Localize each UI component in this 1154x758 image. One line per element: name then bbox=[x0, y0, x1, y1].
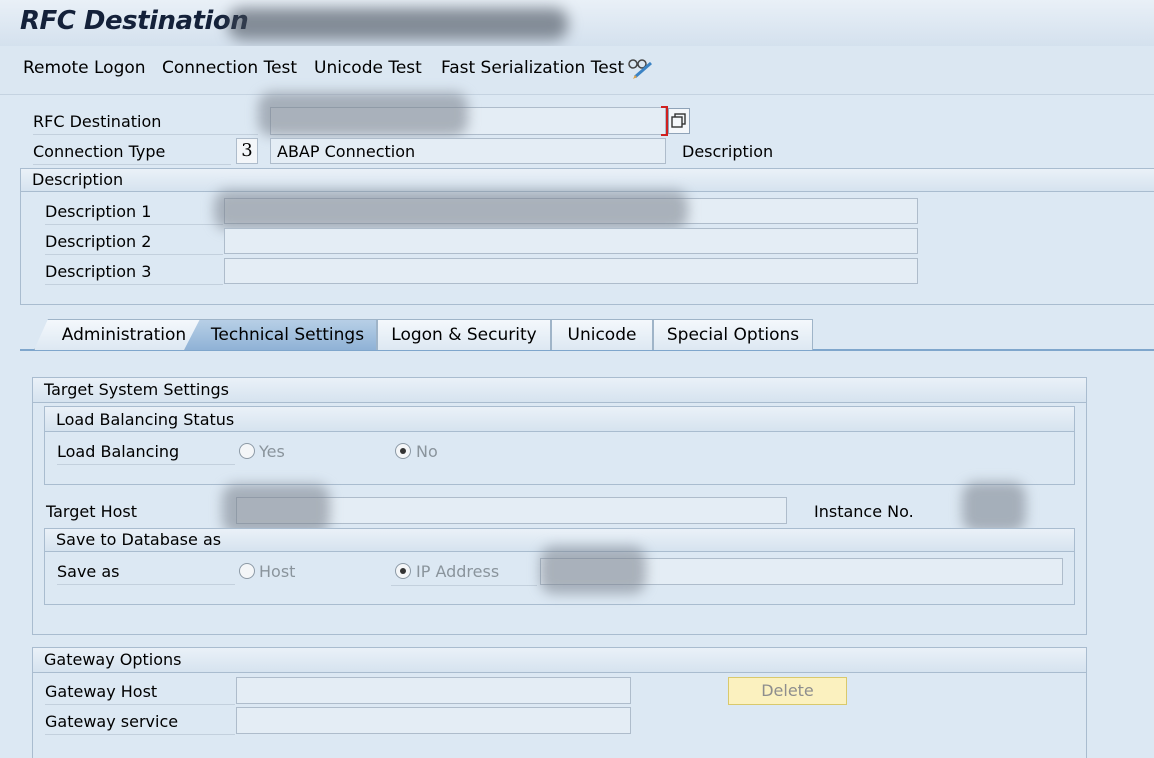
connection-type-label: Connection Type bbox=[33, 142, 231, 165]
save-to-database-title: Save to Database as bbox=[56, 530, 222, 549]
gateway-options-header bbox=[32, 647, 1087, 673]
connection-type-code-field[interactable]: 3 bbox=[236, 138, 258, 164]
redacted-target-host bbox=[222, 484, 330, 534]
load-balancing-no-label: No bbox=[416, 442, 438, 461]
description-section-title: Description bbox=[32, 170, 124, 189]
unicode-test-button[interactable]: Unicode Test bbox=[314, 58, 422, 78]
description-section-header bbox=[20, 168, 1154, 192]
gateway-service-label: Gateway service bbox=[45, 712, 235, 735]
instance-no-label: Instance No. bbox=[814, 502, 914, 521]
target-system-title: Target System Settings bbox=[44, 380, 229, 399]
gateway-host-label: Gateway Host bbox=[45, 682, 235, 705]
description-label: Description bbox=[682, 142, 774, 161]
redacted-title bbox=[228, 8, 568, 40]
tab-logon-security[interactable]: Logon & Security bbox=[377, 319, 551, 350]
description-2-input[interactable] bbox=[224, 228, 918, 254]
required-field-marker bbox=[661, 106, 668, 136]
description-1-label: Description 1 bbox=[45, 202, 223, 225]
load-balancing-status-title: Load Balancing Status bbox=[56, 410, 235, 429]
target-host-label: Target Host bbox=[46, 502, 138, 521]
save-as-host-label: Host bbox=[259, 562, 296, 581]
tab-technical-settings[interactable]: Technical Settings bbox=[184, 319, 377, 350]
gateway-host-input[interactable] bbox=[236, 677, 631, 704]
load-balancing-yes-radio[interactable] bbox=[239, 443, 255, 459]
save-as-ip-label: IP Address bbox=[416, 562, 500, 581]
load-balancing-label: Load Balancing bbox=[57, 442, 235, 465]
load-balancing-yes-label: Yes bbox=[259, 442, 285, 461]
redacted-description-1 bbox=[214, 190, 688, 230]
fast-serialization-test-button[interactable]: Fast Serialization Test bbox=[441, 58, 624, 78]
save-as-label: Save as bbox=[57, 562, 235, 585]
description-2-label: Description 2 bbox=[45, 232, 223, 255]
description-3-input[interactable] bbox=[224, 258, 918, 284]
tab-unicode[interactable]: Unicode bbox=[551, 319, 653, 350]
redacted-instance-no bbox=[962, 482, 1026, 532]
redacted-rfc-destination bbox=[258, 92, 468, 136]
save-as-underline bbox=[391, 584, 537, 586]
tab-special-options[interactable]: Special Options bbox=[653, 319, 813, 350]
save-as-host-radio[interactable] bbox=[239, 563, 255, 579]
description-3-label: Description 3 bbox=[45, 262, 223, 285]
save-as-ip-radio[interactable] bbox=[395, 563, 411, 579]
connection-test-button[interactable]: Connection Test bbox=[162, 58, 297, 78]
load-balancing-no-radio[interactable] bbox=[395, 443, 411, 459]
glasses-pencil-icon[interactable] bbox=[627, 57, 655, 81]
page-title: RFC Destination bbox=[20, 6, 249, 36]
delete-button[interactable]: Delete bbox=[728, 677, 847, 705]
gateway-options-title: Gateway Options bbox=[44, 650, 182, 669]
connection-type-text-field: ABAP Connection bbox=[270, 138, 666, 164]
copy-icon[interactable] bbox=[668, 108, 690, 134]
tab-administration[interactable]: Administration bbox=[34, 319, 204, 350]
rfc-destination-label: RFC Destination bbox=[33, 112, 258, 135]
gateway-service-input[interactable] bbox=[236, 707, 631, 734]
redacted-ip-address bbox=[540, 546, 646, 594]
remote-logon-button[interactable]: Remote Logon bbox=[23, 58, 146, 78]
